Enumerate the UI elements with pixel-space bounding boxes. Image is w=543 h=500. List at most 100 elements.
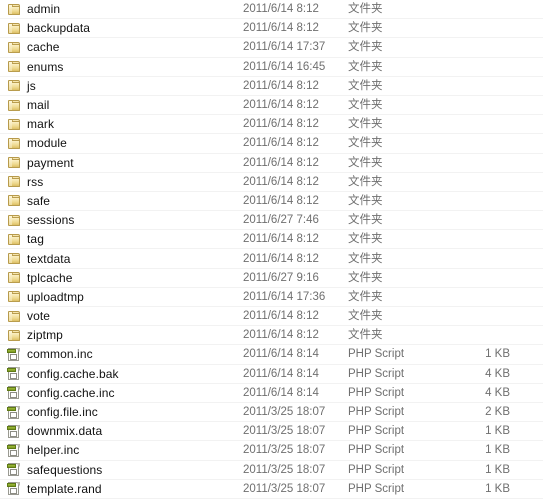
date-modified-cell: 2011/6/14 8:12 [243,137,319,150]
table-row[interactable]: common.inc 2011/6/14 8:14 PHP Script 1 KB [0,345,543,365]
file-name-label: js [27,78,36,93]
file-type-cell: 文件夹 [348,214,383,227]
file-type-cell: PHP Script [348,444,405,457]
table-row[interactable]: helper.inc 2011/3/25 18:07 PHP Script 1 KB [0,441,543,461]
table-row[interactable]: cache 2011/6/14 17:37 文件夹 [0,38,543,58]
file-name-label: vote [27,309,51,324]
date-modified-cell: 2011/3/25 18:07 [243,444,326,457]
file-name-cell[interactable]: ziptmp [0,328,243,342]
table-row[interactable]: payment 2011/6/14 8:12 文件夹 [0,153,543,173]
file-size-cell: 1 KB [485,444,510,457]
file-name-cell[interactable]: config.cache.bak [0,367,243,381]
table-row[interactable]: uploadtmp 2011/6/14 17:36 文件夹 [0,287,543,307]
file-name-cell[interactable]: textdata [0,252,243,266]
table-row[interactable]: downmix.data 2011/3/25 18:07 PHP Script 1 K… [0,422,543,442]
file-name-label: backupdata [27,21,91,36]
date-modified-cell: 2011/6/14 8:12 [243,252,319,265]
table-row[interactable]: rss 2011/6/14 8:12 文件夹 [0,172,543,192]
table-row[interactable]: admin 2011/6/14 8:12 文件夹 [0,0,543,20]
table-row[interactable]: mark 2011/6/14 8:12 文件夹 [0,115,543,135]
folder-icon [7,194,21,207]
file-name-cell[interactable]: safequestions [0,463,243,477]
file-name-cell[interactable]: config.cache.inc [0,386,243,400]
folder-icon [7,156,21,169]
file-size-cell: 2 KB [485,406,510,419]
file-name-cell[interactable]: tag [0,232,243,246]
table-row[interactable]: template.rand 2011/3/25 18:07 PHP Script 1 … [0,479,543,499]
table-row[interactable]: module 2011/6/14 8:12 文件夹 [0,134,543,154]
file-name-cell[interactable]: backupdata [0,21,243,35]
file-name-label: safequestions [27,462,103,477]
file-type-cell: 文件夹 [348,41,383,54]
date-modified-cell: 2011/6/27 9:16 [243,271,319,284]
date-modified-cell: 2011/6/14 8:12 [243,3,319,16]
file-name-label: module [27,136,67,151]
folder-icon [7,175,21,188]
table-row[interactable]: mail 2011/6/14 8:12 文件夹 [0,95,543,116]
date-modified-cell: 2011/3/25 18:07 [243,482,326,495]
file-name-cell[interactable]: uploadtmp [0,290,243,304]
file-name-cell[interactable]: safe [0,194,243,208]
file-name-label: enums [27,59,64,74]
file-name-label: uploadtmp [27,289,84,304]
date-modified-cell: 2011/6/14 8:12 [243,194,319,207]
table-row[interactable]: vote 2011/6/14 8:12 文件夹 [0,307,543,327]
table-row[interactable]: config.cache.bak 2011/6/14 8:14 PHP Script… [0,364,543,384]
file-type-cell: 文件夹 [348,99,383,112]
file-name-label: mark [27,117,55,132]
file-name-cell[interactable]: downmix.data [0,424,243,438]
folder-icon [7,329,21,342]
file-list[interactable]: admin 2011/6/14 8:12 文件夹 backupdata 2011/6/1… [0,0,543,500]
date-modified-cell: 2011/6/14 8:12 [243,156,319,169]
file-type-cell: 文件夹 [348,271,383,284]
table-row[interactable]: ziptmp 2011/6/14 8:12 文件夹 [0,326,543,346]
folder-icon [7,310,21,323]
file-name-cell[interactable]: sessions [0,213,243,227]
file-type-cell: 文件夹 [348,22,383,35]
file-size-cell: 1 KB [485,463,510,476]
file-name-cell[interactable]: rss [0,175,243,189]
table-row[interactable]: config.file.inc 2011/3/25 18:07 PHP Script… [0,402,543,423]
file-type-cell: PHP Script [348,425,405,438]
file-name-cell[interactable]: template.rand [0,482,243,496]
file-name-cell[interactable]: helper.inc [0,443,243,457]
table-row[interactable]: config.cache.inc 2011/6/14 8:14 PHP Script… [0,383,543,403]
date-modified-cell: 2011/6/14 8:12 [243,175,319,188]
file-name-cell[interactable]: mark [0,117,243,131]
table-row[interactable]: safequestions 2011/3/25 18:07 PHP Script 1 … [0,460,543,480]
file-name-cell[interactable]: tplcache [0,271,243,285]
file-type-cell: 文件夹 [348,252,383,265]
date-modified-cell: 2011/3/25 18:07 [243,406,326,419]
file-name-cell[interactable]: payment [0,156,243,170]
file-name-cell[interactable]: js [0,79,243,93]
folder-icon [7,137,21,150]
file-name-cell[interactable]: cache [0,40,243,54]
file-type-cell: 文件夹 [348,310,383,323]
table-row[interactable]: safe 2011/6/14 8:12 文件夹 [0,191,543,212]
table-row[interactable]: textdata 2011/6/14 8:12 文件夹 [0,249,543,269]
table-row[interactable]: sessions 2011/6/27 7:46 文件夹 [0,211,543,231]
file-name-cell[interactable]: module [0,136,243,150]
php-icon [7,463,21,477]
file-size-cell: 1 KB [485,425,510,438]
file-name-cell[interactable]: enums [0,60,243,74]
file-name-cell[interactable]: config.file.inc [0,405,243,419]
file-name-cell[interactable]: admin [0,2,243,16]
file-name-cell[interactable]: vote [0,309,243,323]
table-row[interactable]: enums 2011/6/14 16:45 文件夹 [0,57,543,77]
date-modified-cell: 2011/6/14 8:12 [243,329,319,342]
file-type-cell: 文件夹 [348,79,383,92]
file-size-cell: 1 KB [485,482,510,495]
file-type-cell: PHP Script [348,367,405,380]
file-name-cell[interactable]: common.inc [0,347,243,361]
table-row[interactable]: backupdata 2011/6/14 8:12 文件夹 [0,19,543,39]
file-name-label: admin [27,2,61,17]
table-row[interactable]: tplcache 2011/6/27 9:16 文件夹 [0,268,543,288]
table-row[interactable]: tag 2011/6/14 8:12 文件夹 [0,230,543,250]
file-type-cell: 文件夹 [348,137,383,150]
table-row[interactable]: js 2011/6/14 8:12 文件夹 [0,76,543,96]
file-type-cell: PHP Script [348,348,405,361]
folder-icon [7,79,21,92]
file-name-label: textdata [27,251,71,266]
file-name-cell[interactable]: mail [0,98,243,112]
